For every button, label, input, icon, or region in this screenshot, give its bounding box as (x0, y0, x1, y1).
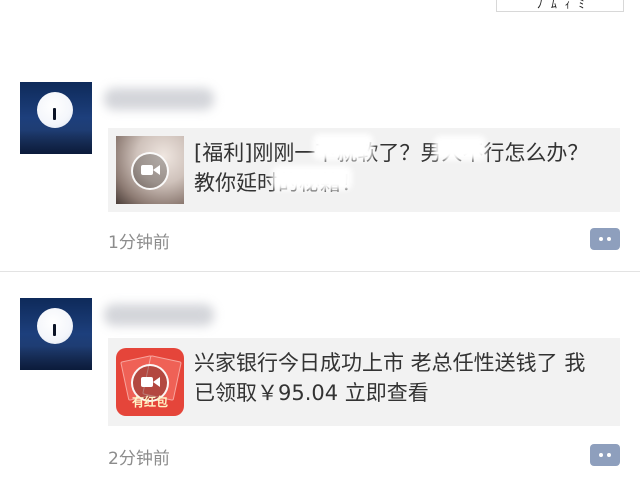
shared-link-card[interactable]: 有红包 兴家银行今日成功上市 老总任性送钱了 我已领取￥95.04 立即查看 (108, 338, 620, 426)
avatar[interactable] (20, 298, 92, 370)
video-icon (131, 152, 169, 190)
feed-post: 有红包 兴家银行今日成功上市 老总任性送钱了 我已领取￥95.04 立即查看 2… (0, 298, 640, 481)
redaction-blur (313, 134, 373, 160)
post-divider (0, 271, 640, 272)
shared-link-card[interactable]: [福利]刚刚一下就软了？男人不行怎么办？教你延时的秘籍！ (108, 128, 620, 212)
feed-post: [福利]刚刚一下就软了？男人不行怎么办？教你延时的秘籍！ 1分钟前 (0, 82, 640, 270)
comment-button[interactable] (590, 228, 620, 250)
more-dots-icon (599, 453, 603, 457)
red-packet-label: 有红包 (131, 395, 168, 409)
silhouette-graphic (53, 108, 56, 120)
silhouette-graphic (53, 324, 56, 336)
top-image-thumbnail[interactable]: ﾉ ﾑ ｨ ﾐ (496, 0, 624, 12)
username-redacted[interactable] (104, 304, 214, 326)
comment-button[interactable] (590, 444, 620, 466)
link-title: 兴家银行今日成功上市 老总任性送钱了 我已领取￥95.04 立即查看 (194, 351, 586, 405)
redaction-blur (272, 166, 352, 190)
night-ground-graphic (20, 346, 92, 370)
night-ground-graphic (20, 130, 92, 154)
red-packet-thumbnail: 有红包 (116, 348, 184, 416)
post-timestamp: 2分钟前 (108, 449, 170, 469)
post-timestamp: 1分钟前 (108, 233, 170, 253)
avatar[interactable] (20, 82, 92, 154)
thumbnail-graphic: ﾉ ﾑ ｨ ﾐ (537, 0, 587, 11)
redaction-blur (434, 136, 486, 160)
link-thumbnail (116, 136, 184, 204)
more-dots-icon (599, 237, 603, 241)
username-redacted[interactable] (104, 88, 214, 110)
link-title: [福利]刚刚一下就软了？男人不行怎么办？教你延时的秘籍！ (194, 141, 589, 195)
